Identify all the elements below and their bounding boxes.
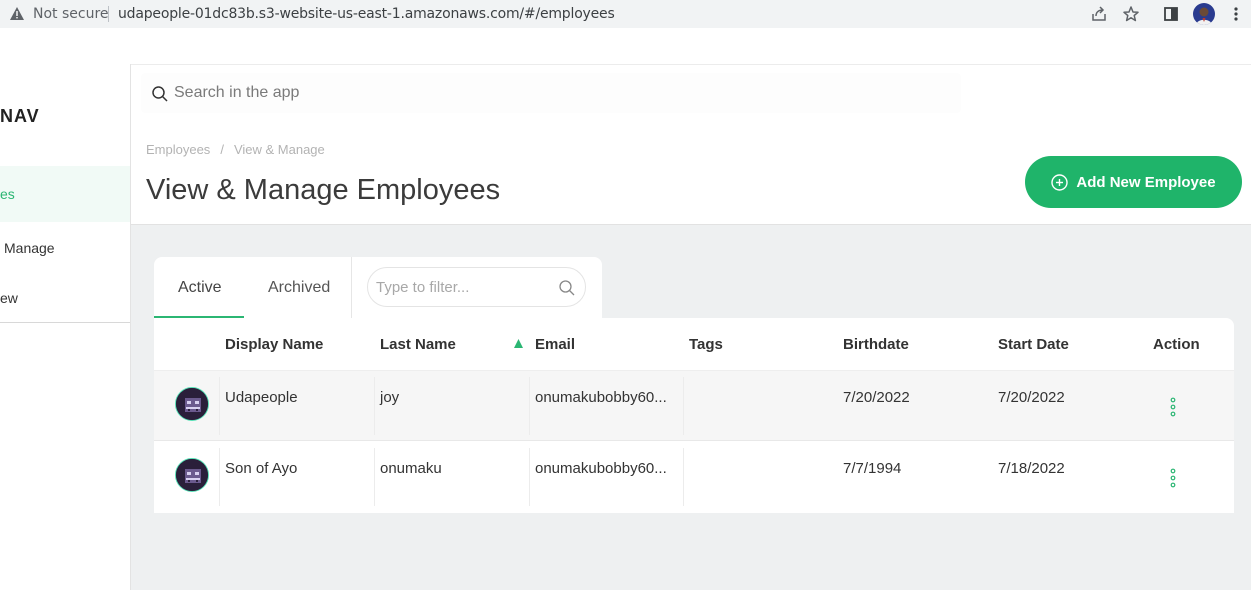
search-icon[interactable] <box>558 279 576 297</box>
sidebar-item-label: Manage <box>4 240 55 256</box>
share-icon[interactable] <box>1090 5 1108 23</box>
app-logo[interactable]: NAV <box>0 106 40 127</box>
tab-label: Archived <box>268 279 331 296</box>
profile-avatar[interactable] <box>1193 3 1215 25</box>
cell-last-name: onumaku <box>380 460 442 477</box>
plus-circle-icon <box>1051 173 1069 191</box>
column-divider <box>374 377 375 435</box>
column-divider <box>374 448 375 506</box>
sidebar-item-label: es <box>0 186 15 202</box>
add-employee-button[interactable]: Add New Employee <box>1025 156 1242 208</box>
table-row[interactable]: Udapeople joy onumakubobby60... 7/20/202… <box>154 370 1234 441</box>
add-employee-label: Add New Employee <box>1076 173 1216 191</box>
app-search <box>141 73 961 113</box>
bookmark-star-icon[interactable] <box>1122 5 1140 23</box>
side-panel-icon[interactable] <box>1162 5 1180 23</box>
cell-email: onumakubobby60... <box>535 460 667 477</box>
page-header: Employees / View & Manage View & Manage Em… <box>131 126 1251 225</box>
url-field[interactable]: udapeople-01dc83b.s3-website-us-east-1.a… <box>118 6 615 22</box>
column-header-start-date[interactable]: Start Date <box>998 336 1069 353</box>
column-header-tags[interactable]: Tags <box>689 336 723 353</box>
sidebar-divider <box>0 322 130 323</box>
cell-start-date: 7/20/2022 <box>998 389 1065 406</box>
column-divider <box>219 377 220 435</box>
filter-input[interactable] <box>376 276 546 298</box>
tabs-divider <box>351 257 352 319</box>
sidebar-item-label: ew <box>0 290 18 306</box>
column-header-birthdate[interactable]: Birthdate <box>843 336 909 353</box>
cell-birthdate: 7/20/2022 <box>843 389 910 406</box>
search-input[interactable] <box>174 81 874 105</box>
column-header-last-name[interactable]: Last Name <box>380 336 456 353</box>
browser-menu-icon[interactable] <box>1227 5 1245 23</box>
breadcrumb-current: View & Manage <box>233 142 325 157</box>
column-divider <box>683 377 684 435</box>
breadcrumb-employees[interactable]: Employees <box>146 142 210 157</box>
cell-last-name: joy <box>380 389 400 406</box>
sidebar-item-employees[interactable]: es <box>0 166 130 222</box>
column-divider <box>683 448 684 506</box>
employees-table: Display Name Last Name Email Tags Birthd… <box>154 318 1234 513</box>
sort-ascending-icon[interactable] <box>513 338 524 349</box>
sidebar-item-manage[interactable]: Manage <box>0 220 130 276</box>
main-content: Active Archived Display Name Last Name E… <box>131 225 1251 590</box>
row-menu-icon[interactable] <box>1166 395 1180 419</box>
page-title: View & Manage Employees <box>146 174 501 206</box>
cell-display-name[interactable]: Udapeople <box>225 389 298 406</box>
sidebar-item-review[interactable]: ew <box>0 270 130 326</box>
tabs-bar: Active Archived <box>154 257 602 319</box>
cell-email: onumakubobby60... <box>535 389 667 406</box>
search-icon <box>152 86 168 102</box>
sidebar: NAV es Manage ew <box>0 64 131 590</box>
tab-active[interactable]: Active <box>154 257 244 318</box>
cell-display-name[interactable]: Son of Ayo <box>225 460 297 477</box>
tab-label: Active <box>178 279 222 296</box>
column-header-display-name[interactable]: Display Name <box>225 336 323 353</box>
breadcrumb: Employees / View & Manage <box>146 142 325 157</box>
column-divider <box>529 377 530 435</box>
tab-archived[interactable]: Archived <box>244 257 351 318</box>
address-divider <box>108 6 109 22</box>
filter-box <box>367 267 586 307</box>
browser-address-bar: Not secure udapeople-01dc83b.s3-website-… <box>0 0 1251 28</box>
breadcrumb-separator: / <box>220 142 224 157</box>
column-divider <box>529 448 530 506</box>
top-search-bar <box>131 64 1251 126</box>
employee-avatar <box>175 387 209 421</box>
row-menu-icon[interactable] <box>1166 466 1180 490</box>
cell-start-date: 7/18/2022 <box>998 460 1065 477</box>
column-divider <box>219 448 220 506</box>
column-header-action: Action <box>1153 336 1200 353</box>
column-header-email[interactable]: Email <box>535 336 575 353</box>
cell-birthdate: 7/7/1994 <box>843 460 902 477</box>
table-row[interactable]: Son of Ayo onumaku onumakubobby60... 7/7… <box>154 442 1234 513</box>
warning-icon <box>10 7 24 20</box>
employee-avatar <box>175 458 209 492</box>
security-status[interactable]: Not secure <box>33 6 109 22</box>
